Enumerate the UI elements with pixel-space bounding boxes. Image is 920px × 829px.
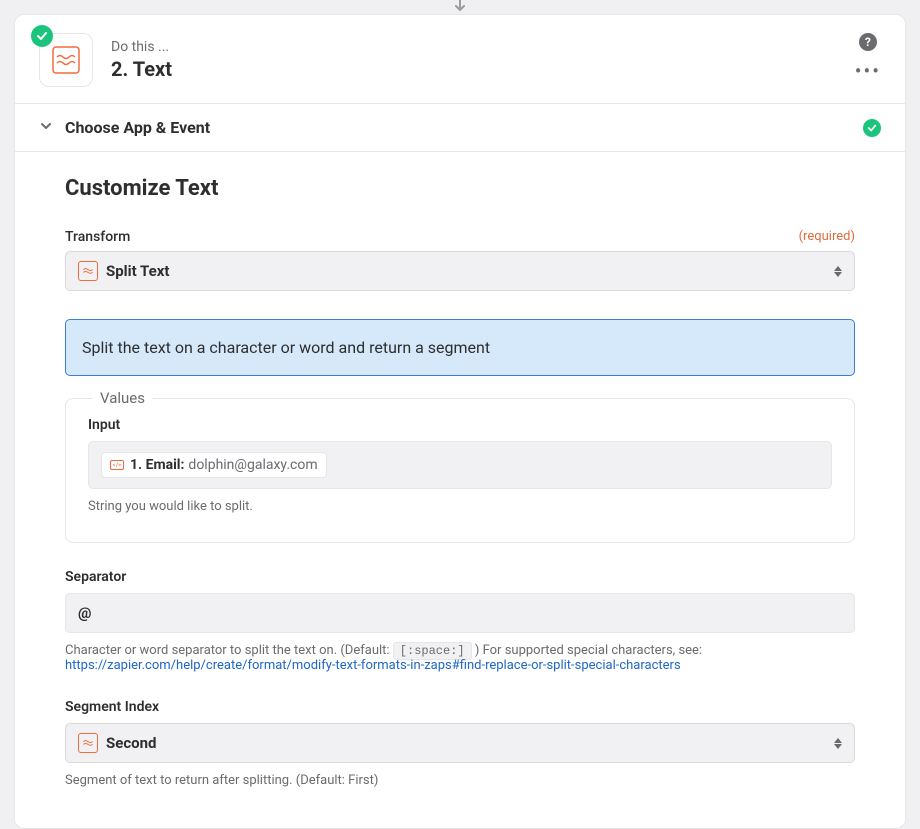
segment-help: Segment of text to return after splittin… [65, 773, 855, 788]
transform-select[interactable]: Split Text [65, 251, 855, 291]
step-title: 2. Text [111, 57, 172, 81]
segment-label: Segment Index [65, 699, 855, 715]
separator-label: Separator [65, 569, 855, 585]
transform-value: Split Text [106, 262, 169, 280]
step-header: Do this ... 2. Text ? ••• [15, 15, 905, 103]
input-pill-prefix: 1. Email: [130, 457, 184, 473]
formatter-icon [78, 261, 98, 281]
segment-select[interactable]: Second [65, 723, 855, 763]
customize-panel: Customize Text Transform (required) Spli… [15, 152, 905, 828]
formatter-icon [78, 733, 98, 753]
chevron-down-icon [39, 118, 53, 137]
flow-arrow-down [0, 0, 920, 14]
separator-help: Character or word separator to split the… [65, 643, 855, 673]
input-field[interactable]: </> 1. Email: dolphin@galaxy.com [88, 441, 832, 489]
step-kicker: Do this ... [111, 39, 172, 55]
transform-description: Split the text on a character or word an… [65, 319, 855, 376]
separator-help-link[interactable]: https://zapier.com/help/create/format/mo… [65, 658, 681, 673]
panel-title: Customize Text [65, 176, 855, 201]
select-sort-icon [834, 266, 842, 277]
input-pill[interactable]: </> 1. Email: dolphin@galaxy.com [101, 452, 327, 478]
separator-input[interactable]: @ [65, 593, 855, 633]
webhook-mini-icon: </> [110, 460, 124, 470]
choose-app-event-label: Choose App & Event [65, 118, 210, 137]
app-icon-wrap [39, 33, 93, 87]
values-fieldset: Values Input </> 1. Email: dolphin@galax… [65, 398, 855, 543]
choose-app-event-row[interactable]: Choose App & Event [15, 104, 905, 151]
input-help: String you would like to split. [88, 499, 832, 514]
transform-label: Transform [65, 229, 130, 245]
separator-help-prefix: Character or word separator to split the… [65, 643, 390, 658]
help-icon[interactable]: ? [859, 33, 877, 51]
values-legend: Values [92, 389, 153, 407]
input-pill-value: dolphin@galaxy.com [188, 457, 317, 473]
select-sort-icon [834, 738, 842, 749]
more-menu-icon[interactable]: ••• [855, 67, 881, 75]
step-card: Do this ... 2. Text ? ••• Choose App & E… [14, 14, 906, 829]
header-text: Do this ... 2. Text [111, 39, 172, 81]
step-complete-badge [31, 25, 53, 47]
separator-help-suffix: ) For supported special characters, see: [475, 643, 702, 658]
segment-value: Second [106, 734, 156, 752]
input-label: Input [88, 417, 832, 433]
section-complete-badge [863, 119, 881, 137]
transform-required: (required) [799, 229, 855, 245]
